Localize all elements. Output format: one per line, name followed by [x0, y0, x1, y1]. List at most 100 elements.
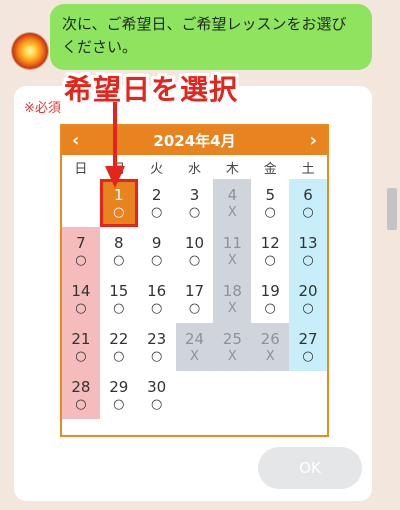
calendar-day-16[interactable]: 16 ○ — [138, 275, 176, 323]
availability-mark: ○ — [75, 301, 87, 316]
calendar-day-5[interactable]: 5 ○ — [251, 179, 289, 227]
day-number: 21 — [71, 330, 91, 348]
day-number: 24 — [184, 330, 205, 348]
calendar-day-28[interactable]: 28 ○ — [62, 371, 100, 419]
availability-mark: ○ — [150, 253, 163, 268]
day-number: 19 — [260, 282, 280, 300]
chat-message: 次に、ご希望日、ご希望レッスンをお選びください。 — [62, 15, 347, 56]
calendar-day-15[interactable]: 15 ○ — [100, 275, 138, 323]
calendar-day-9[interactable]: 9 ○ — [138, 227, 176, 275]
day-number: 29 — [109, 378, 129, 396]
weekday-label: 日 — [74, 161, 88, 177]
day-number: 11 — [222, 234, 242, 252]
availability-mark: ○ — [113, 301, 125, 316]
calendar-day-26: 26 X — [251, 323, 290, 371]
weekday-label: 木 — [225, 161, 239, 177]
day-number: 28 — [71, 378, 91, 396]
day-number: 10 — [184, 234, 205, 252]
calendar-day-18: 18 X — [213, 275, 252, 323]
calendar-day-23[interactable]: 23 ○ — [138, 323, 176, 371]
day-number: 9 — [151, 234, 162, 252]
chat-bubble: 次に、ご希望日、ご希望レッスンをお選びください。 — [50, 4, 372, 70]
prev-month-icon[interactable]: ‹ — [72, 131, 79, 150]
weekday-label: 土 — [301, 161, 315, 177]
day-number: 17 — [184, 282, 205, 300]
calendar-empty-cell — [251, 371, 289, 419]
availability-mark: ○ — [188, 301, 201, 316]
day-number: 30 — [147, 378, 167, 396]
availability-mark: ○ — [302, 301, 314, 316]
availability-mark: ○ — [264, 205, 276, 220]
calendar-day-27[interactable]: 27 ○ — [289, 323, 327, 371]
calendar-day-20[interactable]: 20 ○ — [289, 275, 327, 323]
calendar-day-17[interactable]: 17 ○ — [176, 275, 214, 323]
availability-mark: X — [265, 349, 275, 364]
weekday-label: 水 — [187, 161, 201, 177]
day-number: 5 — [265, 186, 275, 204]
availability-mark: X — [227, 349, 237, 364]
required-label: ※必須 — [24, 101, 61, 116]
day-number: 15 — [109, 282, 129, 300]
availability-mark: ○ — [75, 253, 87, 268]
ok-button[interactable]: OK — [258, 447, 362, 489]
availability-mark: ○ — [113, 205, 125, 220]
calendar-day-4: 4X — [213, 179, 252, 227]
day-number: 2 — [151, 186, 162, 204]
availability-mark: ○ — [75, 397, 87, 412]
scrollbar-thumb[interactable] — [387, 188, 397, 230]
day-number: 18 — [222, 282, 242, 300]
calendar-day-21[interactable]: 21 ○ — [62, 323, 100, 371]
calendar-day-24: 24 X — [175, 323, 214, 371]
calendar-day-22[interactable]: 22 ○ — [100, 323, 138, 371]
day-number: 7 — [76, 234, 86, 252]
calendar-day-29[interactable]: 29 ○ — [100, 371, 138, 419]
calendar-day-14[interactable]: 14 ○ — [62, 275, 100, 323]
calendar-day-30[interactable]: 30 ○ — [138, 371, 176, 419]
availability-mark: ○ — [113, 349, 125, 364]
calendar-day-13[interactable]: 13 ○ — [289, 227, 327, 275]
calendar-empty-cell — [62, 179, 100, 227]
day-number: 3 — [189, 186, 200, 204]
days-grid: 1 ○ 2 ○ 3 ○ 4 X 5 ○ 6 ○ 7 ○ 8 ○ 9 ○ 10 ○ 11 X 12 ○ 13 ○ 14 ○ 15 ○ 16 ○ 1… — [62, 179, 327, 419]
availability-mark: ○ — [302, 349, 314, 364]
availability-mark: ○ — [188, 205, 201, 220]
day-number: 14 — [71, 282, 91, 300]
day-number: 25 — [222, 330, 242, 348]
select-date-annotation: 希望日を選択 — [64, 73, 239, 106]
availability-mark: ○ — [150, 349, 163, 364]
calendar-day-6[interactable]: 6 ○ — [289, 179, 327, 227]
scrollbar-track[interactable] — [384, 0, 400, 510]
calendar-day-19[interactable]: 19 ○ — [251, 275, 289, 323]
bot-avatar — [12, 33, 48, 69]
availability-mark: ○ — [150, 397, 163, 412]
next-month-icon[interactable]: › — [310, 131, 317, 150]
calendar-day-2[interactable]: 2 ○ — [138, 179, 176, 227]
calendar-day-7[interactable]: 7 ○ — [62, 227, 100, 275]
calendar-day-3[interactable]: 3 ○ — [176, 179, 214, 227]
availability-mark: ○ — [302, 253, 314, 268]
calendar-empty-cell — [213, 371, 251, 419]
availability-mark: ○ — [302, 205, 314, 220]
day-number: 8 — [114, 234, 124, 252]
calendar-day-12[interactable]: 12 ○ — [251, 227, 289, 275]
calendar-day-8[interactable]: 8 ○ — [100, 227, 138, 275]
day-number: 12 — [260, 234, 280, 252]
weekday-label: 火 — [150, 161, 164, 177]
availability-mark: ○ — [150, 301, 163, 316]
availability-mark: ○ — [264, 253, 276, 268]
availability-mark: ○ — [188, 253, 201, 268]
calendar-day-25: 25 X — [213, 323, 252, 371]
day-number: 26 — [260, 330, 280, 348]
availability-mark: X — [227, 205, 237, 220]
availability-mark: X — [227, 301, 237, 316]
calendar-title: 2024年4月 — [153, 132, 236, 150]
availability-mark: ○ — [113, 253, 125, 268]
day-number: 13 — [298, 234, 318, 252]
calendar-empty-cell — [289, 371, 327, 419]
calendar-day-10[interactable]: 10 ○ — [176, 227, 214, 275]
availability-mark: ○ — [75, 349, 87, 364]
day-number: 20 — [298, 282, 318, 300]
availability-mark: X — [190, 349, 199, 364]
calendar-empty-cell — [176, 371, 214, 419]
day-number: 4 — [227, 186, 238, 204]
